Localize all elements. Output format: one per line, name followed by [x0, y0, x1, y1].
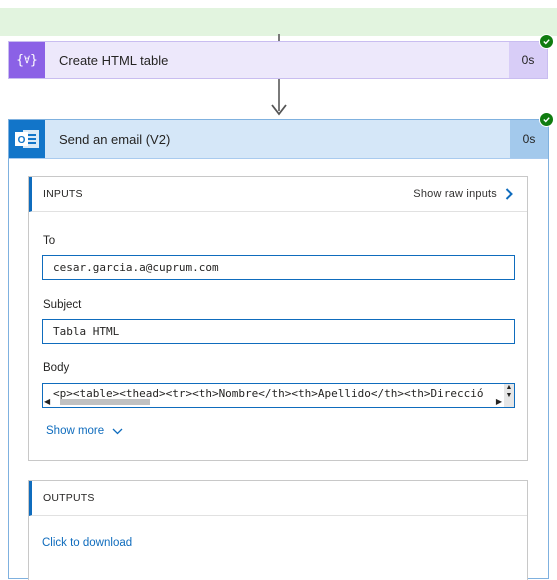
chevron-down-icon [112, 428, 123, 434]
scroll-left-icon[interactable]: ◀ [44, 397, 50, 406]
show-raw-inputs-link[interactable]: Show raw inputs [413, 188, 513, 200]
chevron-right-icon [505, 188, 513, 200]
show-raw-inputs-label: Show raw inputs [413, 188, 497, 200]
to-field[interactable]: cesar.garcia.a@cuprum.com [42, 255, 515, 280]
inputs-title: INPUTS [43, 188, 83, 200]
click-to-download-link[interactable]: Click to download [42, 537, 132, 549]
to-label: To [43, 235, 56, 247]
success-check-icon [539, 34, 554, 49]
outputs-panel: OUTPUTS Click to download [28, 480, 528, 580]
action-card-create-html-table[interactable]: {∀} Create HTML table 0s [8, 41, 548, 79]
vertical-scrollbar[interactable]: ▲ ▼ [504, 384, 514, 407]
subject-label: Subject [43, 299, 82, 311]
previous-step-band [0, 8, 557, 36]
show-more-label: Show more [46, 425, 105, 437]
horizontal-scrollbar[interactable] [60, 399, 150, 405]
action-title: Create HTML table [59, 52, 169, 68]
inputs-panel: INPUTS Show raw inputs To cesar.garcia.a… [28, 176, 528, 461]
show-more-link[interactable]: Show more [46, 425, 123, 437]
action-card-send-email: O Send an email (V2) 0s INPUTS Show raw … [8, 119, 549, 580]
body-label: Body [43, 362, 70, 374]
svg-text:O: O [18, 135, 26, 146]
action-header[interactable]: O Send an email (V2) 0s [9, 120, 548, 159]
arrow-down-icon [271, 104, 287, 116]
outputs-header: OUTPUTS [29, 481, 527, 516]
success-check-icon [539, 112, 554, 127]
subject-field[interactable]: Tabla HTML [42, 319, 515, 344]
scroll-right-icon[interactable]: ▶ [496, 397, 502, 406]
inputs-header: INPUTS Show raw inputs [29, 177, 527, 212]
data-operation-icon: {∀} [9, 42, 45, 78]
outputs-title: OUTPUTS [43, 492, 95, 504]
outlook-icon: O [9, 120, 45, 158]
body-field[interactable]: <p><table><thead><tr><th>Nombre</th><th>… [42, 383, 515, 408]
action-title: Send an email (V2) [59, 131, 171, 147]
connector-line-top [278, 34, 280, 41]
